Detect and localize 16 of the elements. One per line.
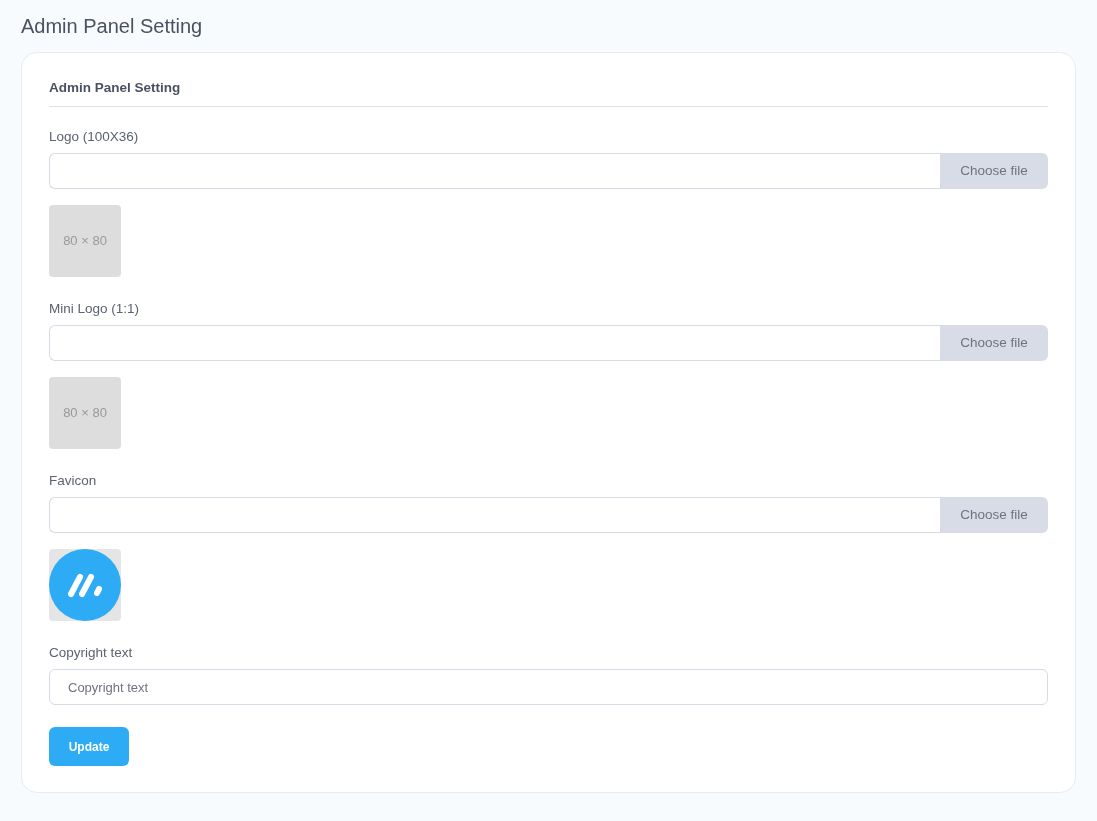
choose-file-button[interactable]: Choose file — [940, 153, 1048, 189]
file-input-field[interactable] — [49, 153, 940, 189]
placeholder-text: 80 × 80 — [63, 404, 107, 423]
field-label: Copyright text — [49, 645, 134, 661]
field-label: Logo (100X36) — [49, 129, 140, 145]
field-label: Favicon — [49, 473, 98, 489]
choose-file-button[interactable]: Choose file — [940, 325, 1048, 361]
choose-file-button[interactable]: Choose file — [940, 497, 1048, 533]
field-label: Mini Logo (1:1) — [49, 301, 141, 317]
file-input-field[interactable] — [49, 497, 940, 533]
placeholder-text: 80 × 80 — [63, 232, 107, 251]
file-input-field[interactable] — [49, 325, 940, 361]
page-title: Admin Panel Setting — [21, 14, 204, 38]
update-button[interactable]: Update — [49, 727, 129, 766]
copyright-input-field[interactable]: Copyright text — [49, 669, 1048, 705]
card-title: Admin Panel Setting — [49, 80, 181, 95]
